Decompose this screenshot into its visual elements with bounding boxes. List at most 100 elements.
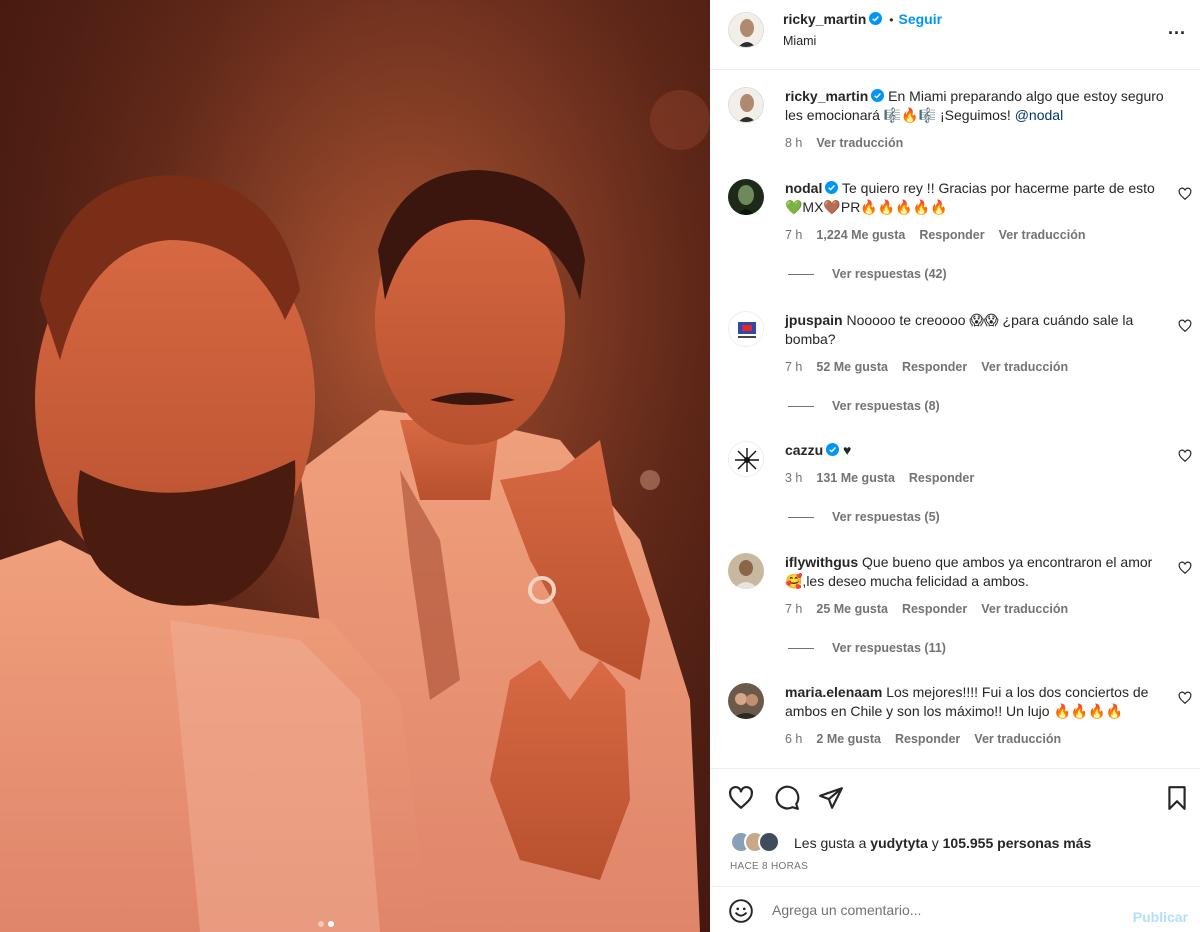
reply-button[interactable]: Responder — [895, 730, 960, 749]
replies-divider — [788, 405, 814, 407]
comment-meta: 7 h 25 Me gusta Responder Ver traducción — [785, 600, 1165, 619]
like-comment-heart-icon[interactable] — [1178, 187, 1192, 201]
commenter-avatar[interactable] — [728, 553, 764, 589]
post-timestamp[interactable]: HACE 8 HORAS — [730, 861, 808, 872]
post-photo[interactable] — [0, 0, 710, 932]
follow-button[interactable]: Seguir — [898, 11, 942, 27]
view-replies-label: Ver respuestas (11) — [832, 641, 946, 655]
verified-badge-icon — [871, 89, 885, 102]
commenter-avatar[interactable] — [728, 311, 764, 347]
post-sidebar: ricky_martin • Seguir Miami ... ricky_mart… — [710, 0, 1200, 932]
reply-button[interactable]: Responder — [909, 469, 974, 488]
comment-body: maria.elenaam Los mejores!!!! Fui a los … — [785, 683, 1165, 749]
comment-likes[interactable]: 1,224 Me gusta — [816, 226, 905, 245]
view-replies-button[interactable]: Ver respuestas (11) — [788, 641, 946, 655]
instagram-post-modal: ricky_martin • Seguir Miami ... ricky_mart… — [0, 0, 1200, 932]
comment-username[interactable]: jpuspain — [785, 312, 843, 328]
caption-body: ricky_martin En Miami preparando algo qu… — [785, 87, 1165, 153]
comment-text: Te quiero rey !! Gracias por hacerme par… — [785, 180, 1155, 215]
post-header: ricky_martin • Seguir Miami ... — [710, 0, 1200, 70]
more-options-icon[interactable]: ... — [1168, 18, 1186, 39]
caption-mention[interactable]: @nodal — [1015, 107, 1063, 123]
verified-badge-icon — [825, 181, 839, 194]
comment-likes[interactable]: 131 Me gusta — [816, 469, 895, 488]
commenter-avatar[interactable] — [728, 683, 764, 719]
reply-button[interactable]: Responder — [902, 358, 967, 377]
commenter-avatar[interactable] — [728, 441, 764, 477]
author-avatar[interactable] — [728, 12, 764, 48]
translate-link[interactable]: Ver traducción — [981, 358, 1068, 377]
reply-button[interactable]: Responder — [919, 226, 984, 245]
post-actions: Les gusta a yudytyta y 105.955 personas … — [710, 768, 1200, 886]
comment-username[interactable]: iflywithgus — [785, 554, 858, 570]
comment-likes[interactable]: 2 Me gusta — [816, 730, 881, 749]
author-avatar[interactable] — [728, 87, 764, 123]
translate-link[interactable]: Ver traducción — [981, 600, 1068, 619]
save-bookmark-icon[interactable] — [1164, 785, 1190, 811]
comment-username[interactable]: cazzu — [785, 442, 823, 458]
likes-count[interactable]: 105.955 personas más — [943, 835, 1092, 851]
like-comment-heart-icon[interactable] — [1178, 319, 1192, 333]
comment-time[interactable]: 7 h — [785, 226, 802, 245]
verified-badge-icon — [826, 443, 840, 456]
translate-link[interactable]: Ver traducción — [999, 226, 1086, 245]
comment-likes[interactable]: 52 Me gusta — [816, 358, 888, 377]
view-replies-button[interactable]: Ver respuestas (42) — [788, 267, 947, 281]
view-replies-button[interactable]: Ver respuestas (5) — [788, 510, 940, 524]
comments-list[interactable]: ricky_martin En Miami preparando algo qu… — [710, 71, 1200, 768]
likes-prefix: Les gusta a — [794, 835, 871, 851]
comment-meta: 3 h 131 Me gusta Responder — [785, 469, 1165, 488]
comment-body: iflywithgus Que bueno que ambos ya encon… — [785, 553, 1165, 619]
comment-bubble-icon[interactable] — [774, 785, 800, 811]
author-username[interactable]: ricky_martin — [783, 11, 866, 27]
comment-username[interactable]: nodal — [785, 180, 822, 196]
comment-time[interactable]: 3 h — [785, 469, 802, 488]
replies-divider — [788, 647, 814, 649]
caption-username[interactable]: ricky_martin — [785, 88, 868, 104]
author-line: ricky_martin • Seguir — [783, 11, 942, 27]
replies-divider — [788, 516, 814, 518]
comment-input[interactable] — [772, 897, 1112, 923]
likers-avatars[interactable] — [730, 831, 790, 853]
verified-badge-icon — [869, 12, 883, 25]
comment-username[interactable]: maria.elenaam — [785, 684, 882, 700]
share-send-icon[interactable] — [818, 785, 844, 811]
caption-time[interactable]: 8 h — [785, 134, 802, 153]
liker-avatar — [758, 831, 780, 853]
reply-button[interactable]: Responder — [902, 600, 967, 619]
comment-time[interactable]: 7 h — [785, 358, 802, 377]
post-photo-illustration — [0, 0, 710, 932]
view-replies-label: Ver respuestas (8) — [832, 399, 940, 413]
likes-summary[interactable]: Les gusta a yudytyta y 105.955 personas … — [794, 835, 1091, 851]
like-comment-heart-icon[interactable] — [1178, 691, 1192, 705]
view-replies-label: Ver respuestas (5) — [832, 510, 940, 524]
comment-meta: 7 h 1,224 Me gusta Responder Ver traducc… — [785, 226, 1165, 245]
post-location[interactable]: Miami — [783, 34, 816, 48]
comment-time[interactable]: 7 h — [785, 600, 802, 619]
commenter-avatar[interactable] — [728, 179, 764, 215]
publish-button[interactable]: Publicar — [1133, 909, 1188, 925]
emoji-smile-icon[interactable] — [728, 898, 754, 924]
likes-middle: y — [927, 835, 943, 851]
comment-text: ♥ — [843, 442, 852, 458]
like-comment-heart-icon[interactable] — [1178, 449, 1192, 463]
translate-link[interactable]: Ver traducción — [974, 730, 1061, 749]
caption-meta: 8 h Ver traducción — [785, 134, 1165, 153]
comment-composer: Publicar — [710, 886, 1200, 932]
comment-likes[interactable]: 25 Me gusta — [816, 600, 888, 619]
comment-body: cazzu ♥ 3 h 131 Me gusta Responder — [785, 441, 1165, 488]
comment-meta: 6 h 2 Me gusta Responder Ver traducción — [785, 730, 1165, 749]
replies-divider — [788, 273, 814, 275]
caption-translate-link[interactable]: Ver traducción — [816, 134, 903, 153]
separator-dot: • — [889, 13, 894, 27]
view-replies-label: Ver respuestas (42) — [832, 267, 947, 281]
comment-time[interactable]: 6 h — [785, 730, 802, 749]
carousel-dot-active — [328, 921, 334, 927]
like-comment-heart-icon[interactable] — [1178, 561, 1192, 575]
comment-body: jpuspain Nooooo te creoooo 😱😱 ¿para cuán… — [785, 311, 1165, 377]
comment-meta: 7 h 52 Me gusta Responder Ver traducción — [785, 358, 1165, 377]
likes-user[interactable]: yudytyta — [870, 835, 928, 851]
like-heart-icon[interactable] — [728, 785, 754, 811]
view-replies-button[interactable]: Ver respuestas (8) — [788, 399, 940, 413]
carousel-dot — [318, 921, 324, 927]
